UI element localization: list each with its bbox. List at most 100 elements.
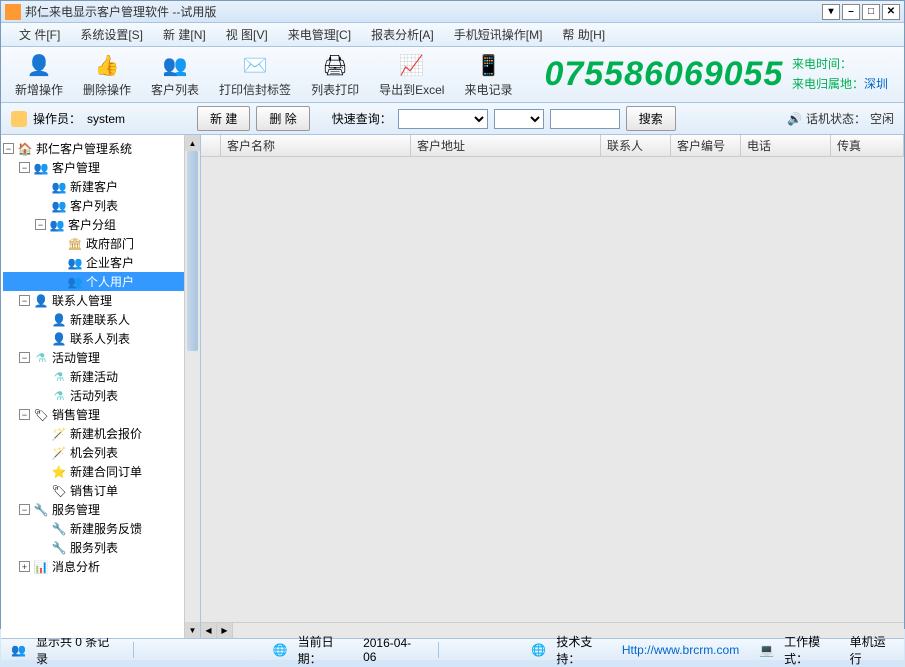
search-button[interactable]: 搜索 (626, 106, 676, 131)
menu-sms[interactable]: 手机短讯操作[M] (444, 24, 553, 45)
collapse-icon[interactable]: − (19, 352, 30, 363)
search-field-select[interactable] (398, 109, 488, 129)
scroll-down-icon[interactable]: ▼ (185, 622, 200, 638)
status-date-label: 当前日期： (298, 633, 353, 667)
maximize-button[interactable]: □ (862, 4, 880, 20)
tb-export-excel[interactable]: 📈导出到Excel (371, 49, 452, 100)
secondary-bar: 操作员： system 新 建 删 除 快速查询： 搜索 🔊 话机状态： 空闲 (1, 103, 904, 135)
tree-customer-mgmt[interactable]: −👥客户管理 (3, 158, 198, 177)
collapse-icon[interactable]: − (19, 162, 30, 173)
menu-call[interactable]: 来电管理[C] (278, 24, 361, 45)
scroll-left-icon[interactable]: ◀ (201, 623, 217, 638)
wrench-icon: 🔧 (51, 540, 67, 556)
menubar: 文 件[F] 系统设置[S] 新 建[N] 视 图[V] 来电管理[C] 报表分… (1, 23, 904, 47)
tree-customer-group[interactable]: −👥客户分组 (3, 215, 198, 234)
people-icon: 👥 (51, 179, 67, 195)
tree-new-activity[interactable]: ⚗新建活动 (3, 367, 198, 386)
tree-new-customer[interactable]: 👥新建客户 (3, 177, 198, 196)
status-mode-label: 工作模式： (784, 633, 839, 667)
tree-new-feedback[interactable]: 🔧新建服务反馈 (3, 519, 198, 538)
delete-button[interactable]: 删 除 (256, 106, 309, 131)
phone-status-label: 话机状态： (806, 110, 866, 127)
tb-print-list[interactable]: 🖨列表打印 (303, 49, 367, 100)
operator-icon (11, 111, 27, 127)
col-customer-id[interactable]: 客户编号 (671, 135, 741, 156)
grid-corner (201, 135, 221, 156)
collapse-icon[interactable]: − (19, 295, 30, 306)
col-customer-name[interactable]: 客户名称 (221, 135, 411, 156)
tree-sales-order[interactable]: 🏷销售订单 (3, 481, 198, 500)
grid-header: 客户名称 客户地址 联系人 客户编号 电话 传真 (201, 135, 904, 157)
new-button[interactable]: 新 建 (197, 106, 250, 131)
tree-service-mgmt[interactable]: −🔧服务管理 (3, 500, 198, 519)
collapse-icon[interactable]: − (3, 143, 14, 154)
status-support-label: 技术支持： (556, 633, 611, 667)
tag-icon: 🏷 (51, 483, 67, 499)
menu-settings[interactable]: 系统设置[S] (70, 24, 153, 45)
titlebar: 邦仁来电显示客户管理软件 --试用版 ▾ – □ ✕ (1, 1, 904, 23)
records-icon: 👥 (11, 643, 26, 657)
tb-add[interactable]: 👤新增操作 (7, 49, 71, 100)
collapse-icon[interactable]: − (19, 409, 30, 420)
wrench-icon: 🔧 (33, 502, 49, 518)
people-icon: 👥 (161, 51, 189, 79)
col-customer-addr[interactable]: 客户地址 (411, 135, 601, 156)
tree-root[interactable]: −🏠邦仁客户管理系统 (3, 139, 198, 158)
tree-service-list[interactable]: 🔧服务列表 (3, 538, 198, 557)
menu-view[interactable]: 视 图[V] (216, 24, 278, 45)
tree-personal-user[interactable]: 👥个人用户 (3, 272, 198, 291)
col-fax[interactable]: 传真 (831, 135, 904, 156)
status-support-link[interactable]: Http://www.brcrm.com (622, 643, 739, 657)
tree-contact-mgmt[interactable]: −👤联系人管理 (3, 291, 198, 310)
expand-icon[interactable]: + (19, 561, 30, 572)
scroll-thumb[interactable] (187, 151, 198, 351)
operator-label: 操作员： (33, 110, 81, 127)
tb-print-label[interactable]: ✉️打印信封标签 (211, 49, 299, 100)
people-icon: 👥 (67, 274, 83, 290)
tree-enterprise[interactable]: 👥企业客户 (3, 253, 198, 272)
flask-icon: ⚗ (33, 350, 49, 366)
wrench-icon: 🔧 (51, 521, 67, 537)
thumbs-up-icon: 👍 (93, 51, 121, 79)
caller-loc-label: 来电归属地： (792, 77, 864, 91)
phone-number-display: 075586069055 (544, 55, 783, 94)
menu-help[interactable]: 帮 助[H] (552, 24, 615, 45)
scroll-right-icon[interactable]: ▶ (217, 623, 233, 638)
minimize-button[interactable]: – (842, 4, 860, 20)
tree-contact-list[interactable]: 👤联系人列表 (3, 329, 198, 348)
collapse-icon[interactable]: − (35, 219, 46, 230)
chart-icon: 📊 (33, 559, 49, 575)
tree-msg-analysis[interactable]: +📊消息分析 (3, 557, 198, 576)
tb-delete[interactable]: 👍删除操作 (75, 49, 139, 100)
collapse-icon[interactable]: − (19, 504, 30, 515)
tree-new-quote[interactable]: 🪄新建机会报价 (3, 424, 198, 443)
tree-sales-mgmt[interactable]: −🏷销售管理 (3, 405, 198, 424)
menu-new[interactable]: 新 建[N] (153, 24, 216, 45)
caller-time-label: 来电时间： (792, 57, 852, 71)
tree-quote-list[interactable]: 🪄机会列表 (3, 443, 198, 462)
minimize-tray-button[interactable]: ▾ (822, 4, 840, 20)
contact-icon: 👤 (33, 293, 49, 309)
tree-customer-list[interactable]: 👥客户列表 (3, 196, 198, 215)
search-value-input[interactable] (550, 109, 620, 129)
menu-file[interactable]: 文 件[F] (9, 24, 70, 45)
menu-report[interactable]: 报表分析[A] (361, 24, 444, 45)
grid-body (201, 157, 904, 622)
tree-gov-dept[interactable]: 🏛政府部门 (3, 234, 198, 253)
scroll-up-icon[interactable]: ▲ (185, 135, 200, 151)
tree-scrollbar[interactable]: ▲ ▼ (184, 135, 200, 638)
window-controls: ▾ – □ ✕ (822, 4, 900, 20)
tb-call-log[interactable]: 📱来电记录 (456, 49, 520, 100)
home-icon: 🏠 (17, 141, 33, 157)
tb-customer-list[interactable]: 👥客户列表 (143, 49, 207, 100)
contact-icon: 👤 (51, 331, 67, 347)
search-op-select[interactable] (494, 109, 544, 129)
tree-new-contact[interactable]: 👤新建联系人 (3, 310, 198, 329)
col-phone[interactable]: 电话 (741, 135, 831, 156)
close-button[interactable]: ✕ (882, 4, 900, 20)
tree-activity-list[interactable]: ⚗活动列表 (3, 386, 198, 405)
tree-activity-mgmt[interactable]: −⚗活动管理 (3, 348, 198, 367)
grid-panel: 客户名称 客户地址 联系人 客户编号 电话 传真 ◀ ▶ (201, 135, 904, 638)
col-contact[interactable]: 联系人 (601, 135, 671, 156)
tree-new-order[interactable]: ⭐新建合同订单 (3, 462, 198, 481)
